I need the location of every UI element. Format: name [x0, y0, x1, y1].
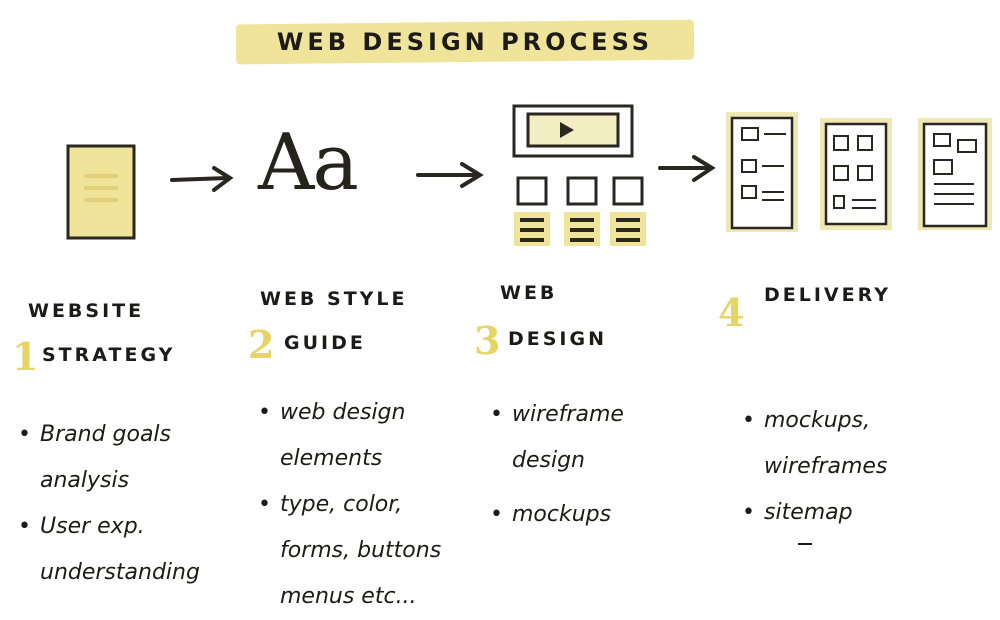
step-2-number: 2 [248, 322, 275, 367]
step-3-number: 3 [474, 318, 501, 363]
step-1-bullets: • Brand goals analysis • User exp. understan… [18, 412, 200, 596]
delivery-pages-icon [726, 112, 992, 232]
step-2-heading-line2: GUIDE [284, 332, 366, 354]
step-2-bullets: • web design elements • type, color, forms, … [258, 390, 441, 620]
step-1-heading-line1: WEBSITE [28, 300, 145, 322]
step-4-heading-line1: DELIVERY [764, 284, 891, 306]
divider-dash [798, 543, 812, 545]
step-3-bullets: • wireframe design • mockups [490, 392, 624, 538]
strategy-document-icon [66, 144, 136, 240]
wireframe-layout-icon [512, 104, 644, 206]
arrow-right-icon [658, 155, 716, 182]
bullet-item: • Brand goals analysis [18, 422, 172, 493]
step-2-heading-line1: WEB STYLE [260, 288, 408, 310]
step-4-number: 4 [718, 290, 745, 335]
bullet-item: • mockups [490, 502, 612, 527]
bullet-item: • wireframe design [490, 402, 624, 473]
step-1-heading-line2: STRATEGY [42, 344, 176, 366]
arrow-right-icon [416, 162, 484, 188]
step-1-number: 1 [12, 334, 39, 379]
step-3-heading-line2: DESIGN [508, 328, 608, 350]
bullet-item: • sitemap [742, 500, 853, 525]
bullet-item: • mockups, wireframes [742, 408, 888, 479]
wireframe-text-lines [514, 212, 646, 246]
typography-icon: Aa [258, 118, 359, 208]
bullet-item: • type, color, forms, buttons menus etc... [258, 492, 442, 609]
process-diagram: WEB DESIGN PROCESS Aa WEBSITE 1 STRATEGY… [0, 0, 1000, 609]
process-illustrations [66, 104, 992, 246]
bullet-item: • web design elements [258, 400, 406, 471]
arrow-right-icon [170, 166, 234, 192]
bullet-item: • User exp. understanding [18, 514, 200, 585]
step-4-bullets: • mockups, wireframes • sitemap [742, 398, 887, 536]
step-3-heading-line1: WEB [500, 282, 558, 304]
